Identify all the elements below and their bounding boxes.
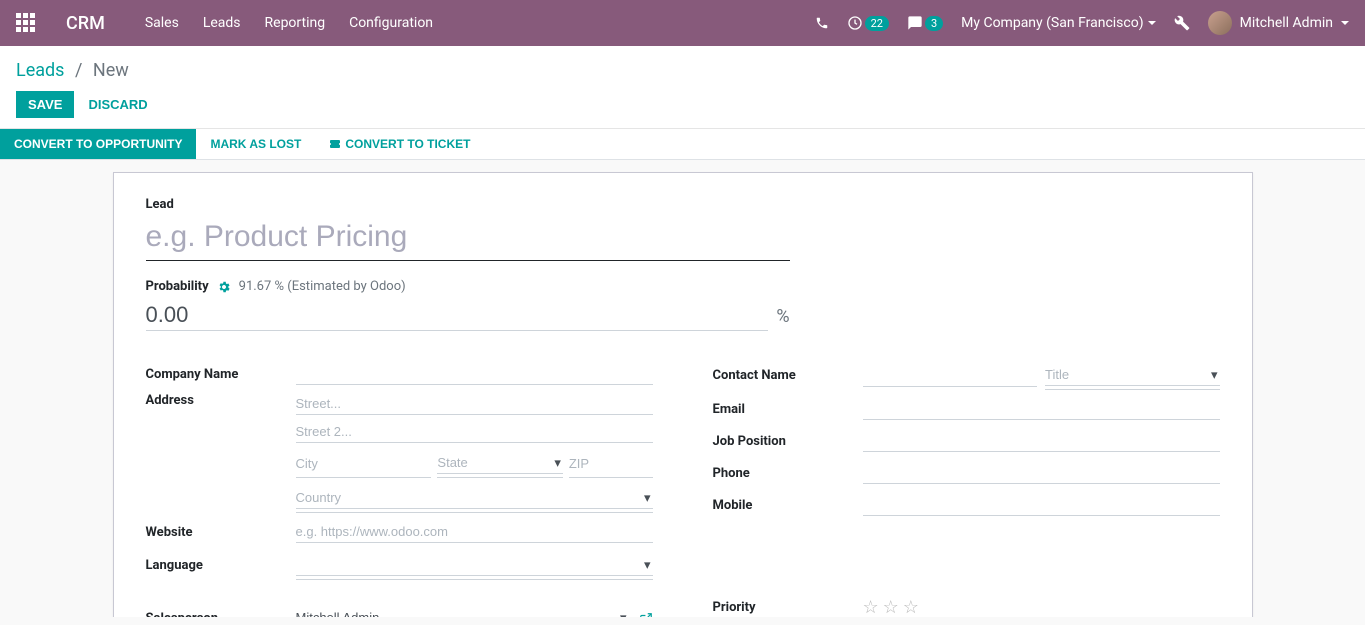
zip-input[interactable]: [569, 449, 653, 478]
job-position-label: Job Position: [713, 434, 863, 449]
avatar: [1208, 11, 1232, 35]
discard-button[interactable]: DISCARD: [88, 97, 147, 112]
company-name-label: Company Name: [146, 367, 296, 382]
contact-name-input[interactable]: [863, 365, 1038, 387]
debug-icon[interactable]: [1174, 15, 1190, 31]
country-input[interactable]: [296, 487, 653, 509]
star-icon[interactable]: ☆: [863, 597, 879, 618]
priority-label: Priority: [713, 600, 863, 615]
ticket-icon: [329, 138, 341, 150]
nav-configuration[interactable]: Configuration: [349, 15, 433, 31]
probability-input[interactable]: [146, 300, 769, 331]
activities-badge: 22: [865, 16, 889, 31]
star-icon[interactable]: ☆: [883, 597, 899, 618]
apps-icon[interactable]: [16, 13, 36, 33]
user-menu[interactable]: Mitchell Admin: [1208, 11, 1349, 35]
lead-label: Lead: [146, 197, 1220, 212]
brand: CRM: [66, 13, 105, 34]
probability-estimated: 91.67 % (Estimated by Odoo): [239, 279, 406, 294]
mobile-input[interactable]: [863, 494, 1220, 516]
activities-icon[interactable]: 22: [847, 15, 889, 31]
probability-label: Probability: [146, 279, 209, 294]
company-switcher[interactable]: My Company (San Francisco): [961, 15, 1155, 31]
phone-input[interactable]: [863, 462, 1220, 484]
breadcrumb: Leads / New: [16, 60, 1349, 81]
convert-opportunity-button[interactable]: CONVERT TO OPPORTUNITY: [0, 129, 196, 159]
state-input[interactable]: [437, 452, 562, 474]
language-input[interactable]: [296, 554, 653, 576]
percent-sign: %: [776, 306, 789, 327]
title-input[interactable]: [1045, 364, 1220, 386]
messages-icon[interactable]: 3: [907, 15, 943, 31]
gear-icon[interactable]: [217, 280, 231, 294]
company-name-input[interactable]: [296, 363, 653, 385]
lead-name-input[interactable]: [146, 216, 790, 261]
messages-badge: 3: [925, 16, 943, 31]
salesperson-input[interactable]: [296, 607, 629, 617]
external-link-icon[interactable]: [639, 612, 653, 618]
salesperson-label: Salesperson: [146, 611, 296, 617]
save-button[interactable]: SAVE: [16, 91, 74, 118]
nav-reporting[interactable]: Reporting: [265, 15, 326, 31]
phone-label: Phone: [713, 466, 863, 481]
breadcrumb-current: New: [93, 60, 129, 81]
chevron-down-icon: [1341, 21, 1349, 25]
nav-sales[interactable]: Sales: [145, 15, 179, 31]
nav-leads[interactable]: Leads: [203, 15, 241, 31]
city-input[interactable]: [296, 449, 432, 478]
mobile-label: Mobile: [713, 498, 863, 513]
breadcrumb-parent[interactable]: Leads: [16, 60, 64, 81]
phone-icon[interactable]: [815, 16, 829, 30]
street2-input[interactable]: [296, 421, 653, 443]
address-label: Address: [146, 393, 296, 408]
website-label: Website: [146, 525, 296, 540]
job-position-input[interactable]: [863, 430, 1220, 452]
star-icon[interactable]: ☆: [903, 597, 919, 618]
mark-lost-button[interactable]: MARK AS LOST: [196, 129, 315, 159]
email-input[interactable]: [863, 398, 1220, 420]
language-label: Language: [146, 558, 296, 573]
chevron-down-icon: [1148, 21, 1156, 25]
contact-name-label: Contact Name: [713, 368, 863, 383]
priority-stars[interactable]: ☆ ☆ ☆: [863, 597, 919, 618]
website-input[interactable]: [296, 521, 653, 543]
street-input[interactable]: [296, 393, 653, 415]
email-label: Email: [713, 402, 863, 417]
convert-ticket-button[interactable]: CONVERT TO TICKET: [315, 129, 484, 159]
nav-menu: Sales Leads Reporting Configuration: [145, 15, 433, 31]
